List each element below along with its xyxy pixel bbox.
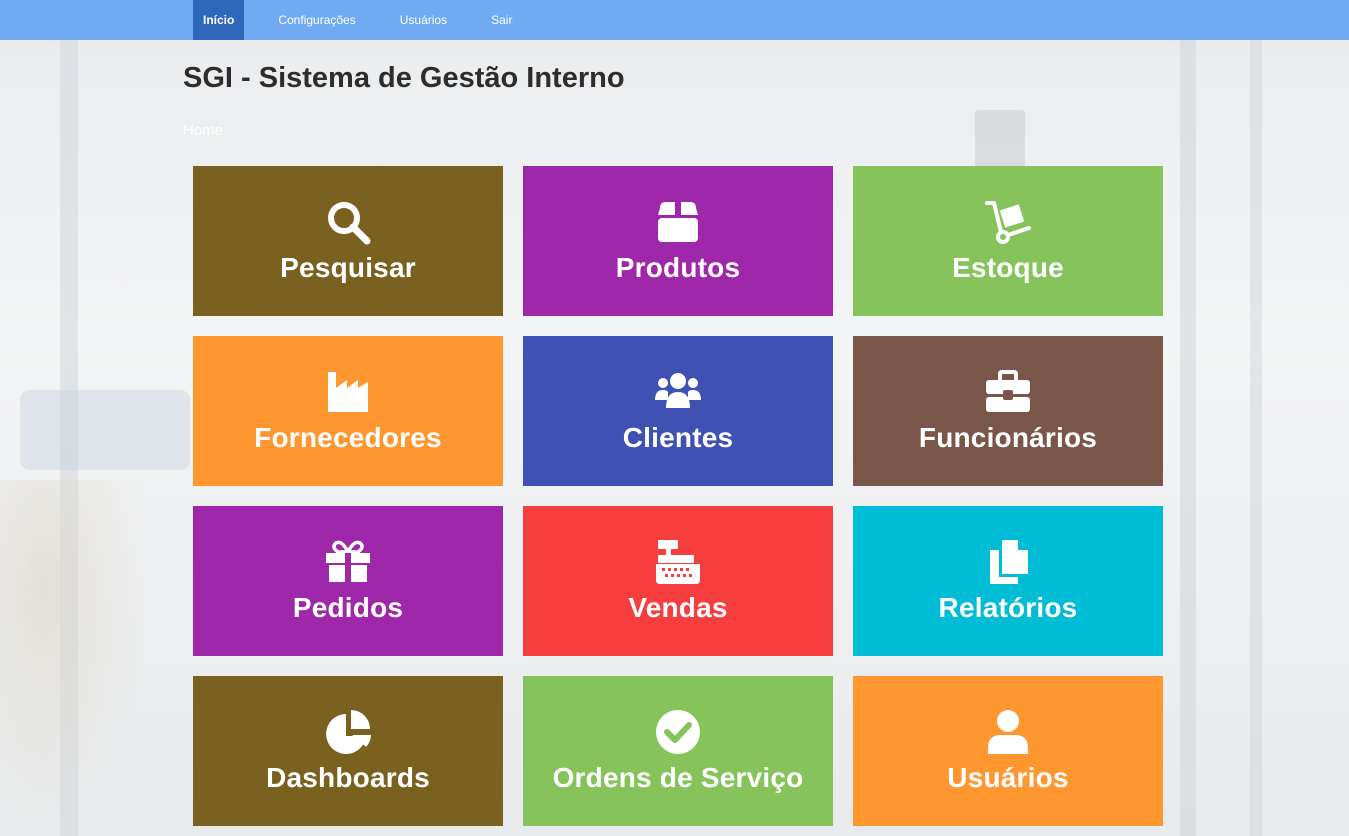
cash-register-icon <box>654 538 702 586</box>
tile-clientes[interactable]: Clientes <box>523 336 833 486</box>
tile-label: Usuários <box>947 762 1069 793</box>
box-icon <box>654 198 702 246</box>
nav-menu: Início Configurações Usuários Sair <box>193 0 534 40</box>
users-icon <box>654 368 702 416</box>
tile-vendas[interactable]: Vendas <box>523 506 833 656</box>
tile-label: Vendas <box>628 592 728 623</box>
tile-pedidos[interactable]: Pedidos <box>193 506 503 656</box>
pie-chart-icon <box>324 708 372 756</box>
dolly-icon <box>984 198 1032 246</box>
tile-usuarios[interactable]: Usuários <box>853 676 1163 826</box>
tile-relatorios[interactable]: Relatórios <box>853 506 1163 656</box>
tile-label: Fornecedores <box>254 422 442 453</box>
top-navbar: Início Configurações Usuários Sair <box>0 0 1349 40</box>
tile-label: Produtos <box>615 252 741 283</box>
copy-icon <box>984 538 1032 586</box>
gift-icon <box>324 538 372 586</box>
check-circle-icon <box>654 708 702 756</box>
tile-label: Ordens de Serviço <box>552 762 804 793</box>
tile-ordens-de-servico[interactable]: Ordens de Serviço <box>523 676 833 826</box>
page-title: SGI - Sistema de Gestão Interno <box>183 62 625 94</box>
tile-label: Estoque <box>952 252 1064 283</box>
tile-dashboards[interactable]: Dashboards <box>193 676 503 826</box>
tile-produtos[interactable]: Produtos <box>523 166 833 316</box>
nav-item-inicio[interactable]: Início <box>193 0 245 40</box>
nav-item-usuarios[interactable]: Usuários <box>378 0 469 40</box>
nav-item-configuracoes[interactable]: Configurações <box>256 0 377 40</box>
tile-funcionarios[interactable]: Funcionários <box>853 336 1163 486</box>
tile-label: Clientes <box>622 422 734 453</box>
module-grid: Pesquisar Produtos Estoque Fornecedores … <box>193 166 1163 826</box>
breadcrumb[interactable]: Home <box>183 122 223 139</box>
tile-estoque[interactable]: Estoque <box>853 166 1163 316</box>
tile-label: Pesquisar <box>280 252 416 283</box>
toolbox-icon <box>984 368 1032 416</box>
tile-label: Pedidos <box>292 592 404 623</box>
user-icon <box>984 708 1032 756</box>
tile-label: Funcionários <box>918 422 1098 453</box>
tile-fornecedores[interactable]: Fornecedores <box>193 336 503 486</box>
tile-label: Relatórios <box>938 592 1078 623</box>
search-icon <box>324 198 372 246</box>
tile-pesquisar[interactable]: Pesquisar <box>193 166 503 316</box>
nav-item-sair[interactable]: Sair <box>469 0 534 40</box>
tile-label: Dashboards <box>266 762 430 793</box>
industry-icon <box>324 368 372 416</box>
